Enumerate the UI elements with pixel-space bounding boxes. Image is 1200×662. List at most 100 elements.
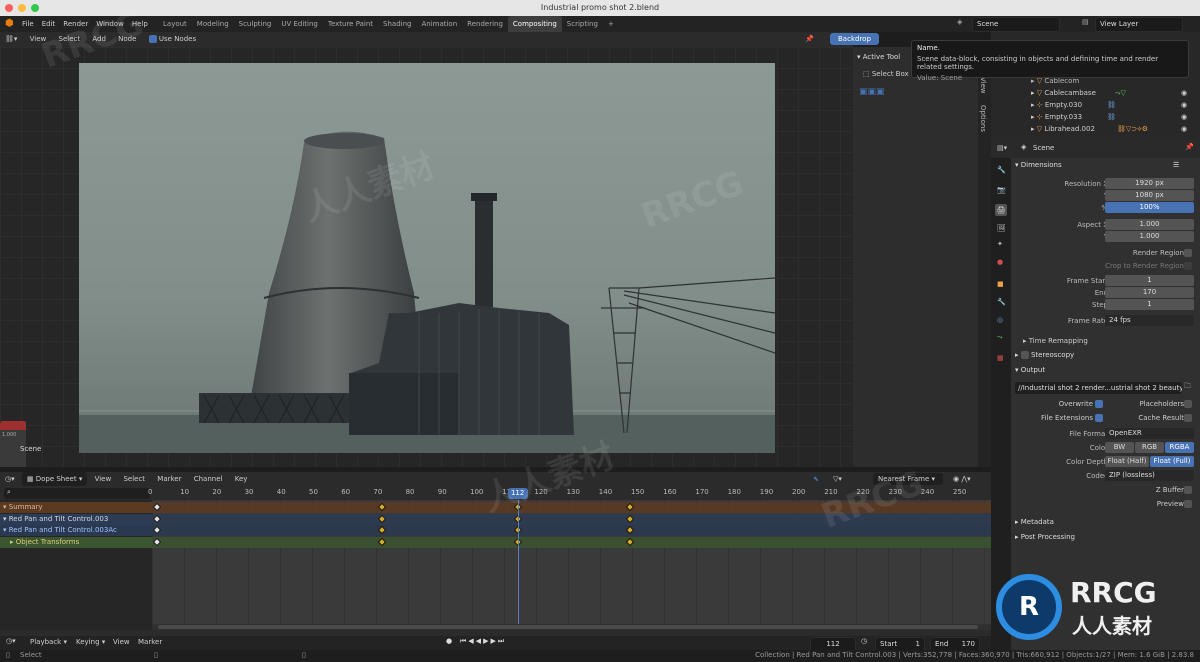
resolution-y-field[interactable]: 1080 px xyxy=(1105,190,1194,201)
dope-menu-select[interactable]: Select xyxy=(118,472,150,486)
editor-type-icon[interactable]: ▤▾ xyxy=(997,144,1007,152)
output-path-field[interactable]: //Industrial shot 2 render...ustrial sho… xyxy=(1015,382,1182,394)
node-menu-select[interactable]: Select xyxy=(54,32,86,47)
physics-tab-icon[interactable]: ◎ xyxy=(997,316,1003,324)
editor-type-icon[interactable]: ◷▾ xyxy=(6,637,16,645)
tab-uv-editing[interactable]: UV Editing xyxy=(276,16,323,32)
frame-end-field[interactable]: 170 xyxy=(1105,287,1194,298)
aspect-y-field[interactable]: 1.000 xyxy=(1105,231,1194,242)
color-rgba-button[interactable]: RGBA xyxy=(1165,442,1194,453)
node-editor-canvas[interactable]: 1.000 Scene xyxy=(0,47,853,467)
menu-help[interactable]: Help xyxy=(128,16,152,32)
keyframe-marker[interactable] xyxy=(152,502,162,512)
folder-icon[interactable]: 🗀 xyxy=(1184,382,1191,393)
codec-dropdown[interactable]: ZIP (lossless) xyxy=(1105,470,1194,481)
use-nodes-checkbox[interactable] xyxy=(148,35,157,43)
tab-rendering[interactable]: Rendering xyxy=(462,16,508,32)
file-extensions-checkbox[interactable] xyxy=(1095,414,1103,422)
tab-animation[interactable]: Animation xyxy=(416,16,462,32)
record-icon[interactable]: ● xyxy=(446,637,452,645)
keyframe-track[interactable] xyxy=(152,536,991,548)
resolution-percent-field[interactable]: 100% xyxy=(1105,202,1194,213)
timeline-menu-marker[interactable]: Marker xyxy=(138,638,162,646)
node-menu-node[interactable]: Node xyxy=(113,32,141,47)
placeholders-checkbox[interactable] xyxy=(1184,400,1192,408)
outliner-row[interactable]: ▸ ▽ Librahead.002 ⛓▽⊃⟡⚙ ◉ xyxy=(1031,123,1191,135)
dimensions-panel-header[interactable]: ▾ Dimensions ☰ xyxy=(1011,158,1200,172)
outliner-row[interactable]: ▸ ⊹ Empty.033 ⛓ ◉ xyxy=(1031,111,1191,123)
keyframe-track[interactable] xyxy=(152,513,991,525)
frame-start-field[interactable]: 1 xyxy=(1105,275,1194,286)
channel-row[interactable]: ▸ Object Transforms xyxy=(0,536,152,548)
dopesheet-mode-dropdown[interactable]: ▦ Dope Sheet ▾ xyxy=(21,472,88,486)
menu-window[interactable]: Window xyxy=(92,16,128,32)
stereoscopy-panel-header[interactable]: ▸ Stereoscopy xyxy=(1011,348,1200,362)
tab-layout[interactable]: Layout xyxy=(158,16,192,32)
keyframe-marker[interactable] xyxy=(152,514,162,523)
outliner-row[interactable]: ▸ ⊹ Empty.030 ⛓ ◉ xyxy=(1031,99,1191,111)
metadata-panel-header[interactable]: ▸ Metadata xyxy=(1011,515,1200,529)
keyframe-marker[interactable] xyxy=(378,514,387,523)
render-tab-icon[interactable]: 📷 xyxy=(997,186,1006,194)
blender-logo-icon[interactable]: ⬢ xyxy=(5,18,14,29)
tab-texture-paint[interactable]: Texture Paint xyxy=(323,16,378,32)
object-data-tab-icon[interactable]: ⤳ xyxy=(997,333,1003,342)
menu-file[interactable]: File xyxy=(18,16,38,32)
object-tab-icon[interactable]: ■ xyxy=(997,280,1004,288)
keying-menu[interactable]: Keying ▾ xyxy=(76,638,105,646)
editor-type-icon[interactable]: ◷▾ xyxy=(0,472,20,486)
tab-sculpting[interactable]: Sculpting xyxy=(234,16,277,32)
filter-icon[interactable]: ▽▾ xyxy=(828,472,847,486)
dope-menu-key[interactable]: Key xyxy=(230,472,253,486)
tab-shading[interactable]: Shading xyxy=(378,16,416,32)
post-processing-panel-header[interactable]: ▸ Post Processing xyxy=(1011,530,1200,544)
current-frame-indicator[interactable]: 112 xyxy=(507,488,528,499)
keyframe-marker[interactable] xyxy=(626,525,635,535)
stereoscopy-checkbox[interactable] xyxy=(1020,351,1029,359)
keyframe-marker[interactable] xyxy=(152,537,162,546)
channel-row[interactable]: ▾ Summary xyxy=(0,502,152,513)
playhead-line[interactable] xyxy=(517,500,519,630)
tab-modeling[interactable]: Modeling xyxy=(192,16,234,32)
pin-icon[interactable]: 📌 xyxy=(800,32,819,47)
keyframe-tracks[interactable] xyxy=(152,500,991,630)
color-rgb-button[interactable]: RGB xyxy=(1135,442,1164,453)
sidebar-tab-options[interactable]: Options xyxy=(979,105,987,132)
visibility-eye-icon[interactable]: ◉ xyxy=(1181,87,1187,99)
depth-half-button[interactable]: Float (Half) xyxy=(1105,456,1149,467)
file-format-dropdown[interactable]: OpenEXR xyxy=(1105,428,1194,439)
frame-step-field[interactable]: 1 xyxy=(1105,299,1194,310)
channel-row[interactable]: ▾ Red Pan and Tilt Control.003 xyxy=(0,513,152,525)
zbuffer-checkbox[interactable] xyxy=(1184,486,1192,494)
visibility-eye-icon[interactable]: ◉ xyxy=(1181,123,1187,135)
overwrite-checkbox[interactable] xyxy=(1095,400,1103,408)
playback-menu[interactable]: Playback ▾ xyxy=(30,638,67,646)
backdrop-button[interactable]: Backdrop xyxy=(830,33,879,45)
keyframe-marker[interactable] xyxy=(378,525,387,535)
output-panel-header[interactable]: ▾ Output xyxy=(1011,363,1200,377)
visibility-eye-icon[interactable]: ◉ xyxy=(1181,99,1187,111)
node-menu-add[interactable]: Add xyxy=(87,32,111,47)
keyframe-marker[interactable] xyxy=(378,537,387,546)
depth-full-button[interactable]: Float (Full) xyxy=(1150,456,1194,467)
scene-selector[interactable]: Scene xyxy=(972,17,1060,32)
preview-range-icon[interactable]: ◷ xyxy=(861,637,867,645)
keyframe-track[interactable] xyxy=(152,502,991,513)
frame-ruler[interactable]: 0102030405060708090100110120130140150160… xyxy=(148,488,991,500)
menu-edit[interactable]: Edit xyxy=(38,16,60,32)
keyframe-marker[interactable] xyxy=(626,537,635,546)
node-menu-view[interactable]: View xyxy=(25,32,52,47)
modifier-tab-icon[interactable]: 🔧 xyxy=(997,298,1006,306)
selection-mode-icons[interactable]: ▣▣▣ xyxy=(859,87,885,97)
proportional-edit-icon[interactable]: ◉ ⋀▾ xyxy=(948,472,976,486)
dope-menu-marker[interactable]: Marker xyxy=(152,472,186,486)
dope-menu-view[interactable]: View xyxy=(90,472,117,486)
keyframe-marker[interactable] xyxy=(378,502,387,512)
keyframe-marker[interactable] xyxy=(626,514,635,523)
presets-icon[interactable]: ☰ xyxy=(1173,158,1179,172)
select-box-tool[interactable]: ⬚ Select Box xyxy=(863,67,909,81)
playback-controls[interactable]: ⏮◀◀▶▶⏭ xyxy=(460,637,506,646)
scene-node[interactable]: 1.000 xyxy=(0,421,26,467)
tab-compositing[interactable]: Compositing xyxy=(507,16,562,32)
snap-dropdown[interactable]: Nearest Frame ▾ xyxy=(873,473,943,485)
